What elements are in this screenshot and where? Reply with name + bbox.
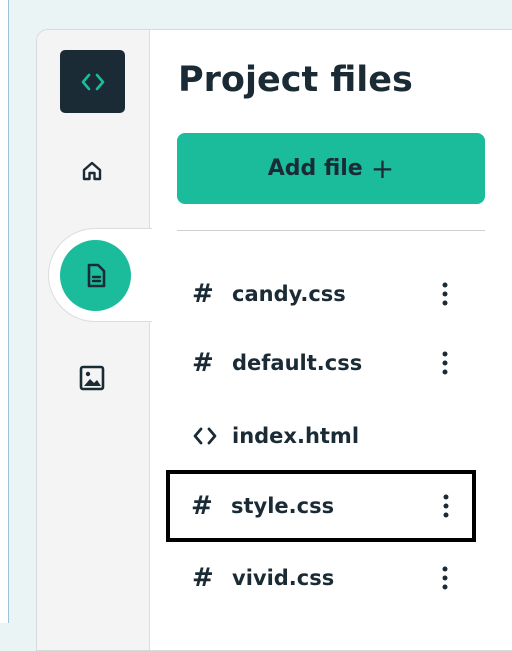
sidebar-rail: [37, 30, 152, 650]
code-icon: [167, 426, 232, 446]
project-files-panel: Project files Add file + # candy.css # d…: [36, 29, 512, 651]
file-icon: [87, 263, 105, 287]
file-item-vivid-css[interactable]: # vivid.css: [167, 544, 475, 612]
hash-icon: #: [192, 348, 214, 378]
file-item-candy-css[interactable]: # candy.css: [167, 260, 475, 328]
hash-icon: #: [192, 279, 214, 309]
code-icon: [81, 73, 104, 90]
app-logo[interactable]: [60, 50, 125, 113]
file-browser: Project files Add file + # candy.css # d…: [150, 30, 512, 650]
page-title: Project files: [178, 60, 413, 100]
file-name: candy.css: [232, 282, 346, 306]
more-options-icon[interactable]: [431, 343, 459, 383]
plus-icon: +: [370, 152, 395, 185]
file-name: style.css: [231, 494, 335, 518]
file-item-default-css[interactable]: # default.css: [167, 329, 475, 397]
divider: [177, 230, 485, 231]
more-options-icon[interactable]: [431, 274, 459, 314]
sidebar-item-files-active: [48, 228, 152, 322]
more-options-icon[interactable]: [432, 486, 460, 526]
hash-icon: #: [191, 491, 213, 521]
hash-icon: #: [192, 563, 214, 593]
file-name: vivid.css: [232, 566, 335, 590]
file-name: index.html: [232, 424, 360, 448]
add-file-label: Add file: [267, 156, 363, 181]
more-options-icon[interactable]: [431, 558, 459, 598]
window-left-edge: [0, 0, 9, 623]
file-item-style-css[interactable]: # style.css: [166, 470, 476, 542]
add-file-button[interactable]: Add file +: [177, 133, 485, 204]
sidebar-item-images[interactable]: [67, 353, 117, 403]
file-name: default.css: [232, 351, 363, 375]
file-item-index-html[interactable]: index.html: [167, 402, 475, 470]
sidebar-item-files[interactable]: [60, 240, 131, 311]
sidebar-item-home[interactable]: [67, 146, 117, 196]
image-icon: [79, 365, 105, 391]
home-icon: [82, 161, 102, 181]
